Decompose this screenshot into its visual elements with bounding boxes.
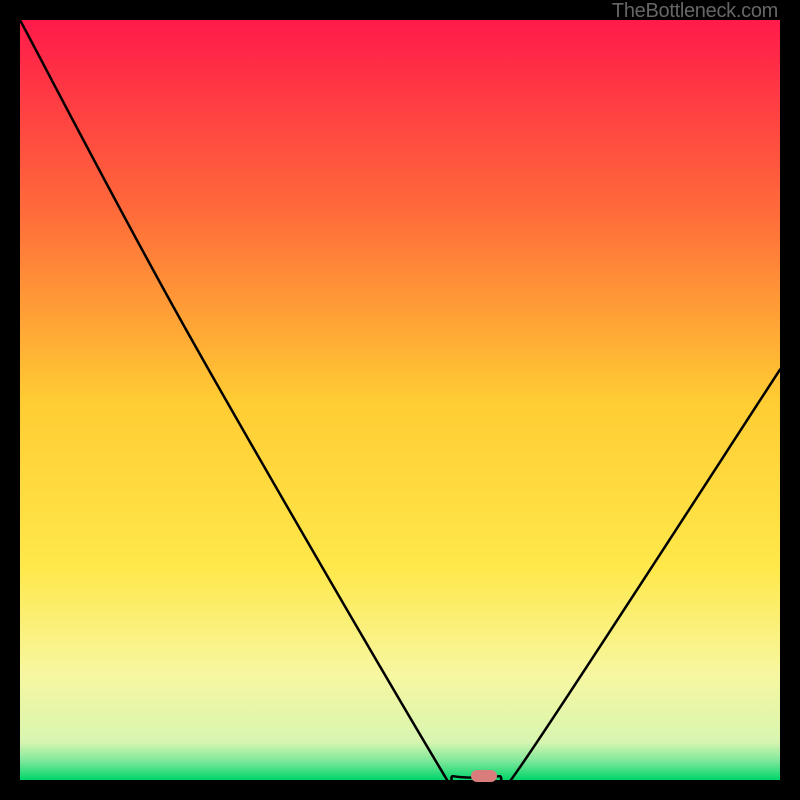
chart-plot — [20, 20, 780, 780]
chart-background — [20, 20, 780, 780]
chart-frame: TheBottleneck.com — [0, 0, 800, 800]
optimal-marker — [471, 770, 497, 782]
